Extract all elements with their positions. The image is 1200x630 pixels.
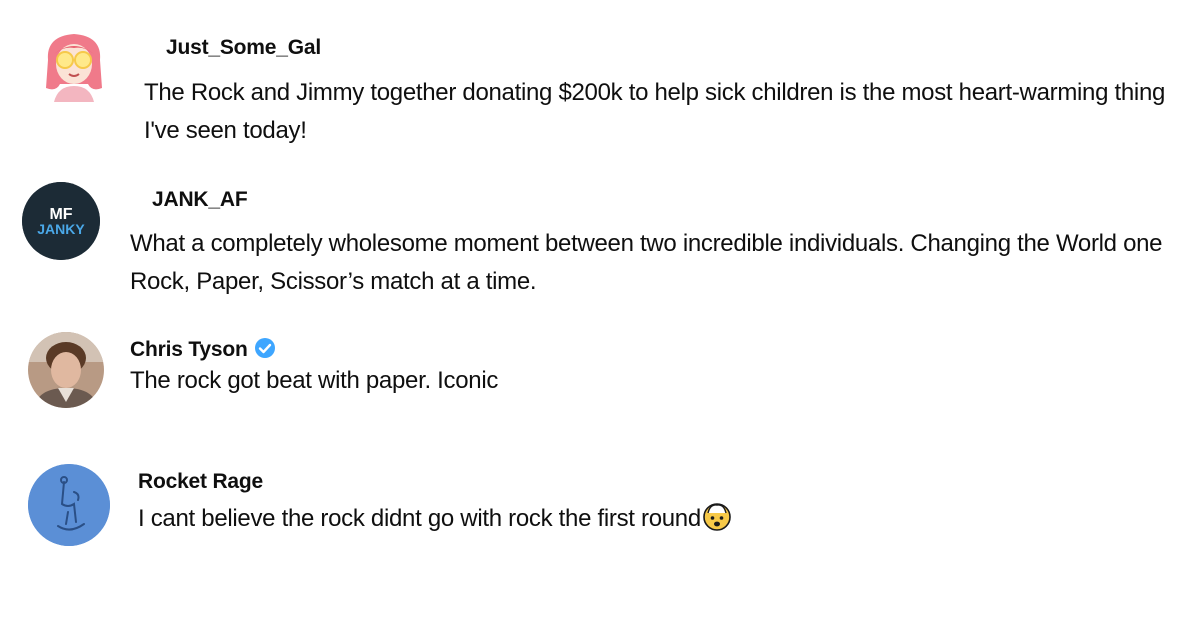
sketch-avatar-icon <box>28 464 110 546</box>
avatar[interactable]: MF JANKY <box>22 182 100 260</box>
cartoon-girl-avatar-icon <box>46 34 102 102</box>
avatar[interactable] <box>28 464 110 546</box>
comment-text: The Rock and Jimmy together donating $20… <box>144 79 1166 144</box>
comment-author[interactable]: Chris Tyson <box>130 337 276 365</box>
avatar[interactable] <box>28 332 104 408</box>
verified-badge-icon <box>254 337 276 365</box>
avatar-logo-text: JANKY <box>37 221 85 237</box>
comment-text: What a completely wholesome moment betwe… <box>130 230 1163 295</box>
avatar[interactable] <box>40 30 108 102</box>
comment-author[interactable]: Just_Some_Gal <box>166 36 321 60</box>
mf-janky-logo-icon: MF JANKY <box>22 182 100 260</box>
exploding-head-emoji-icon <box>702 501 732 543</box>
comment-author[interactable]: Rocket Rage <box>138 470 263 494</box>
comment-author-name: Chris Tyson <box>130 338 248 361</box>
comment-text: I cant believe the rock didnt go with ro… <box>138 500 1178 543</box>
comment-text-content: I cant believe the rock didnt go with ro… <box>138 505 701 532</box>
comment-author[interactable]: JANK_AF <box>152 188 248 212</box>
comment-text: The rock got beat with paper. Iconic <box>130 367 499 394</box>
profile-photo-icon <box>28 332 104 408</box>
